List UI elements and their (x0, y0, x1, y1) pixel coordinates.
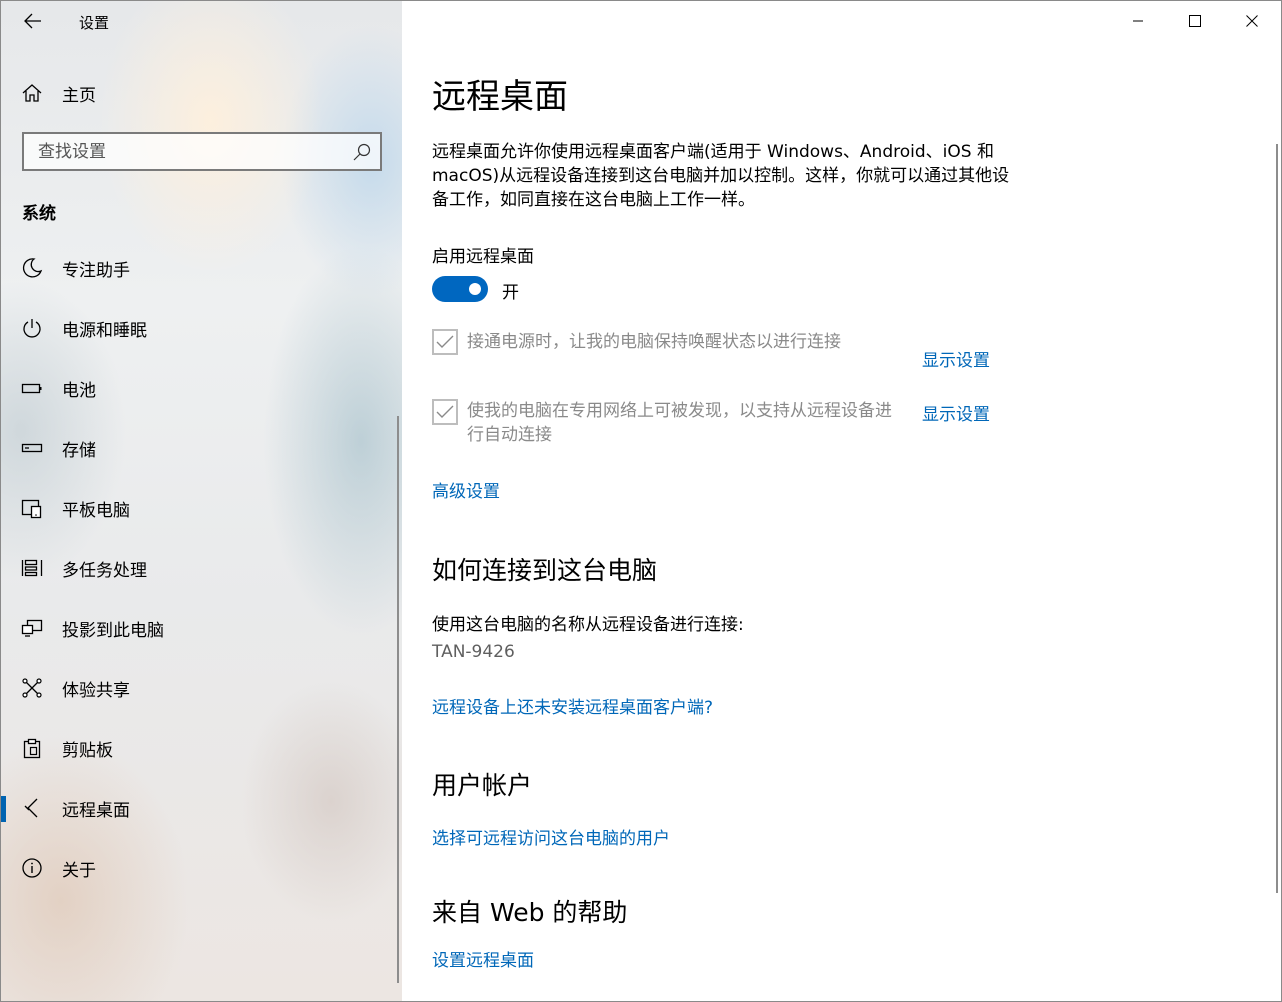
sidebar-item-about[interactable]: 关于 (1, 844, 397, 892)
moon-icon (20, 256, 44, 280)
search-input[interactable] (24, 134, 344, 169)
keep-awake-checkbox[interactable] (432, 329, 458, 355)
back-button[interactable] (19, 9, 47, 33)
info-icon (20, 856, 44, 880)
advanced-settings-link[interactable]: 高级设置 (432, 477, 500, 502)
remote-desktop-icon (20, 796, 44, 820)
settings-window: 设置 主页 系统 专注助手 电源和睡眠 (0, 0, 1282, 1002)
discoverable-checkbox[interactable] (432, 399, 458, 425)
share-icon (20, 676, 44, 700)
search-icon[interactable] (352, 142, 372, 162)
close-icon (1246, 15, 1258, 27)
active-indicator (1, 796, 6, 822)
sidebar-item-label: 电源和睡眠 (62, 320, 147, 341)
sidebar-item-label: 专注助手 (62, 260, 130, 281)
display-settings-link-1[interactable]: 显示设置 (922, 346, 990, 371)
sidebar-item-label: 平板电脑 (62, 500, 130, 521)
sidebar-item-tablet[interactable]: 平板电脑 (1, 484, 397, 532)
search-box[interactable] (22, 132, 382, 171)
sidebar-item-label: 主页 (62, 85, 96, 106)
home-icon (20, 81, 44, 105)
pc-name: TAN-9426 (432, 642, 515, 662)
minimize-icon (1133, 20, 1143, 22)
checkmark-icon (436, 335, 454, 348)
no-client-link[interactable]: 远程设备上还未安装远程桌面客户端? (432, 693, 713, 718)
minimize-button[interactable] (1110, 1, 1166, 41)
page-description: 远程桌面允许你使用远程桌面客户端(适用于 Windows、Android、iOS… (432, 142, 1010, 210)
discoverable-label-line1: 使我的电脑在专用网络上可被发现，以支持从远程设备进 (467, 401, 892, 421)
battery-icon (20, 376, 44, 400)
close-button[interactable] (1224, 1, 1280, 41)
sidebar-item-focus-assist[interactable]: 专注助手 (1, 244, 397, 292)
sidebar-item-label: 存储 (62, 440, 96, 461)
select-users-link[interactable]: 选择可远程访问这台电脑的用户 (432, 824, 670, 849)
multitasking-icon (20, 556, 44, 580)
display-settings-link-2[interactable]: 显示设置 (922, 400, 990, 425)
web-help-heading: 来自 Web 的帮助 (432, 898, 628, 927)
storage-icon (20, 436, 44, 460)
sidebar-item-project[interactable]: 投影到此电脑 (1, 604, 397, 652)
back-arrow-icon (24, 13, 41, 29)
sidebar-item-label: 投影到此电脑 (62, 620, 164, 641)
sidebar-item-label: 多任务处理 (62, 560, 147, 581)
sidebar-item-clipboard[interactable]: 剪贴板 (1, 724, 397, 772)
discoverable-label-line2: 行自动连接 (467, 425, 552, 445)
sidebar-item-multitasking[interactable]: 多任务处理 (1, 544, 397, 592)
main-content: 远程桌面 远程桌面允许你使用远程桌面客户端(适用于 Windows、Androi… (402, 1, 1281, 1001)
toggle-knob (469, 283, 481, 295)
tablet-icon (20, 496, 44, 520)
setup-remote-desktop-link[interactable]: 设置远程桌面 (432, 946, 534, 971)
sidebar-item-storage[interactable]: 存储 (1, 424, 397, 472)
how-to-connect-text: 使用这台电脑的名称从远程设备进行连接: (432, 615, 744, 635)
toggle-label: 启用远程桌面 (432, 247, 534, 267)
maximize-button[interactable] (1167, 1, 1223, 41)
project-icon (20, 616, 44, 640)
clipboard-icon (20, 736, 44, 760)
sidebar-item-label: 远程桌面 (62, 800, 130, 821)
sidebar-item-label: 剪贴板 (62, 740, 113, 761)
how-to-connect-heading: 如何连接到这台电脑 (432, 556, 658, 585)
sidebar-item-home[interactable]: 主页 (1, 69, 397, 117)
user-accounts-heading: 用户帐户 (432, 771, 533, 800)
remote-desktop-toggle[interactable] (432, 276, 488, 302)
section-header-system: 系统 (22, 204, 56, 224)
maximize-icon (1189, 15, 1201, 27)
main-scrollbar[interactable] (1276, 144, 1278, 893)
sidebar-item-remote-desktop[interactable]: 远程桌面 (1, 784, 397, 832)
page-title: 远程桌面 (432, 77, 568, 117)
checkmark-icon (436, 405, 454, 418)
sidebar-item-battery[interactable]: 电池 (1, 364, 397, 412)
keep-awake-label: 接通电源时，让我的电脑保持唤醒状态以进行连接 (467, 332, 841, 352)
sidebar-item-label: 电池 (62, 380, 96, 401)
power-icon (20, 316, 44, 340)
sidebar-item-shared-experiences[interactable]: 体验共享 (1, 664, 397, 712)
sidebar-item-power-sleep[interactable]: 电源和睡眠 (1, 304, 397, 352)
toggle-state: 开 (502, 283, 519, 303)
window-title: 设置 (79, 14, 110, 32)
sidebar: 设置 主页 系统 专注助手 电源和睡眠 (1, 1, 402, 1001)
sidebar-item-label: 体验共享 (62, 680, 130, 701)
sidebar-item-label: 关于 (62, 860, 96, 881)
sidebar-scrollbar[interactable] (397, 416, 399, 983)
